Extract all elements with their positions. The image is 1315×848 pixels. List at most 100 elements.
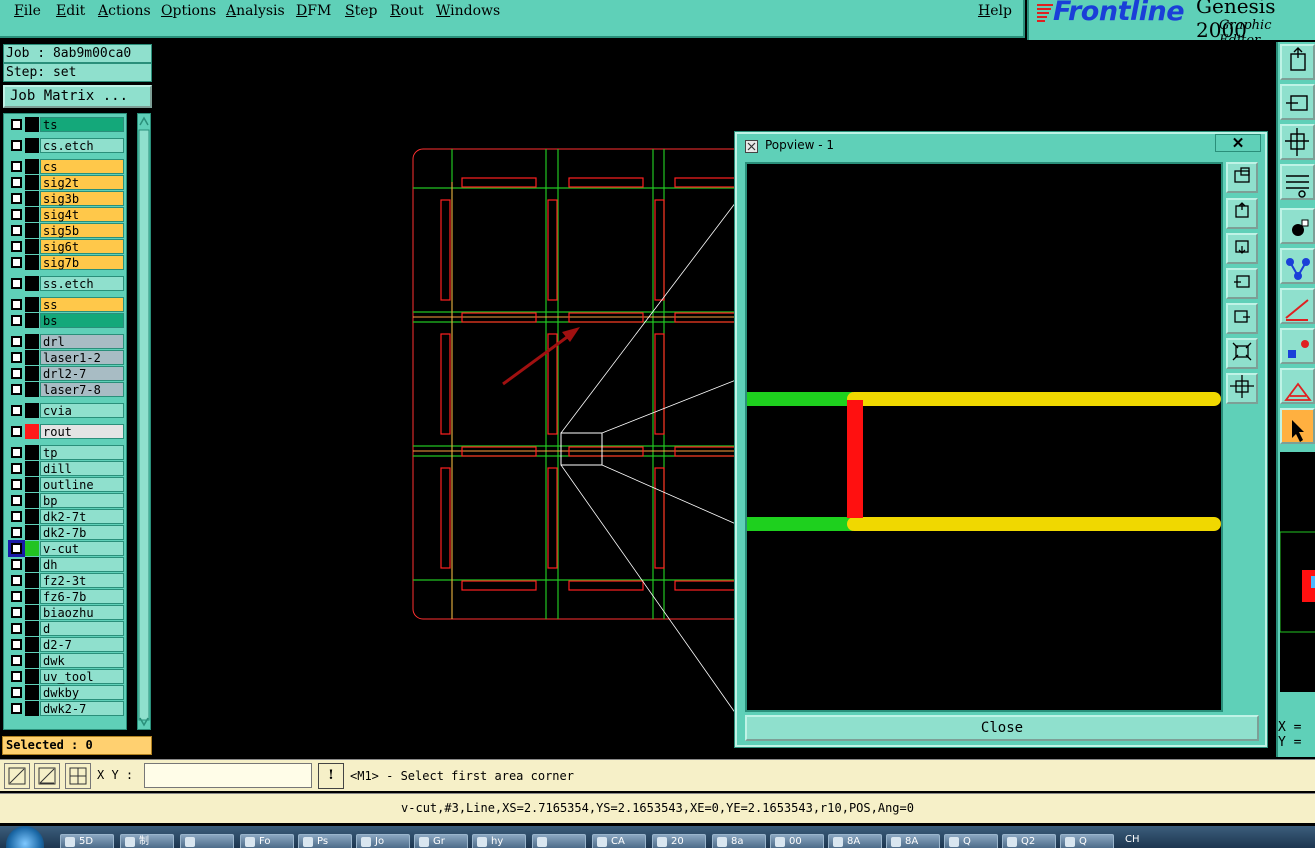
layer-checkbox[interactable] (11, 352, 22, 363)
layer-name[interactable]: dwk (40, 653, 124, 668)
alert-button[interactable]: ! (318, 763, 344, 789)
layer-color-swatch[interactable] (25, 382, 39, 397)
layer-color-swatch[interactable] (25, 223, 39, 238)
layer-row[interactable]: v-cut (6, 541, 124, 556)
layer-checkbox[interactable] (11, 426, 22, 437)
layer-color-swatch[interactable] (25, 541, 39, 556)
layer-name[interactable]: laser7-8 (40, 382, 124, 397)
taskbar-app-button[interactable]: 20 (652, 834, 706, 848)
layer-checkbox[interactable] (11, 511, 22, 522)
layer-checkbox[interactable] (11, 479, 22, 490)
layer-color-swatch[interactable] (25, 589, 39, 604)
taskbar-app-button[interactable]: 8A (886, 834, 940, 848)
layer-row[interactable]: laser7-8 (6, 382, 124, 397)
taskbar-app-button[interactable]: 8a (712, 834, 766, 848)
layer-row[interactable]: ss.etch (6, 276, 124, 291)
grid-tool-icon[interactable] (65, 763, 91, 789)
layer-color-swatch[interactable] (25, 175, 39, 190)
layer-row[interactable]: dill (6, 461, 124, 476)
job-matrix-button[interactable]: Job Matrix ... (3, 85, 152, 108)
layer-checkbox[interactable] (11, 225, 22, 236)
layer-name[interactable]: ts (40, 117, 124, 132)
start-button[interactable] (6, 826, 44, 848)
layer-color-swatch[interactable] (25, 461, 39, 476)
layer-name[interactable]: sig2t (40, 175, 124, 190)
layer-color-swatch[interactable] (25, 138, 39, 153)
layer-row[interactable]: fz6-7b (6, 589, 124, 604)
layer-checkbox[interactable] (11, 209, 22, 220)
layer-color-swatch[interactable] (25, 637, 39, 652)
taskbar-app-button[interactable]: hy (472, 834, 526, 848)
layer-color-swatch[interactable] (25, 350, 39, 365)
layer-scrollbar[interactable] (137, 113, 151, 730)
taskbar-app-button[interactable] (180, 834, 234, 848)
layer-name[interactable]: dill (40, 461, 124, 476)
layer-color-swatch[interactable] (25, 557, 39, 572)
layer-checkbox[interactable] (11, 257, 22, 268)
layer-row[interactable]: drl (6, 334, 124, 349)
taskbar-app-button[interactable]: Q2 (1002, 834, 1056, 848)
layer-color-swatch[interactable] (25, 573, 39, 588)
layer-color-swatch[interactable] (25, 191, 39, 206)
layer-checkbox[interactable] (11, 241, 22, 252)
layer-checkbox[interactable] (11, 140, 22, 151)
layer-row[interactable]: bp (6, 493, 124, 508)
layer-color-swatch[interactable] (25, 207, 39, 222)
layer-row[interactable]: dk2-7b (6, 525, 124, 540)
layer-name[interactable]: tp (40, 445, 124, 460)
layer-checkbox[interactable] (11, 559, 22, 570)
layer-row[interactable]: dwk2-7 (6, 701, 124, 716)
layer-color-swatch[interactable] (25, 117, 39, 132)
layer-color-swatch[interactable] (25, 653, 39, 668)
layer-color-swatch[interactable] (25, 445, 39, 460)
layer-name[interactable]: dh (40, 557, 124, 572)
layer-row[interactable]: biaozhu (6, 605, 124, 620)
layer-color-swatch[interactable] (25, 403, 39, 418)
layer-name[interactable]: v-cut (40, 541, 124, 556)
layer-row[interactable]: rout (6, 424, 124, 439)
layer-name[interactable]: drl (40, 334, 124, 349)
layer-checkbox[interactable] (11, 543, 22, 554)
taskbar-app-button[interactable]: Q (944, 834, 998, 848)
layer-name[interactable]: dk2-7t (40, 509, 124, 524)
taskbar-app-button[interactable]: 00 (770, 834, 824, 848)
layer-checkbox[interactable] (11, 384, 22, 395)
layer-row[interactable]: dk2-7t (6, 509, 124, 524)
layer-checkbox[interactable] (11, 655, 22, 666)
layer-checkbox[interactable] (11, 368, 22, 379)
layer-name[interactable]: ss.etch (40, 276, 124, 291)
layer-color-swatch[interactable] (25, 493, 39, 508)
layer-checkbox[interactable] (11, 623, 22, 634)
layer-color-swatch[interactable] (25, 621, 39, 636)
taskbar-app-button[interactable]: Q (1060, 834, 1114, 848)
layer-checkbox[interactable] (11, 495, 22, 506)
xy-input[interactable] (144, 763, 312, 788)
layer-color-swatch[interactable] (25, 701, 39, 716)
layer-row[interactable]: ss (6, 297, 124, 312)
layer-row[interactable]: laser1-2 (6, 350, 124, 365)
close-icon[interactable]: ✕ (1215, 134, 1261, 152)
layer-checkbox[interactable] (11, 463, 22, 474)
layer-color-swatch[interactable] (25, 239, 39, 254)
layer-row[interactable]: dwkby (6, 685, 124, 700)
layer-checkbox[interactable] (11, 278, 22, 289)
layer-row[interactable]: cs.etch (6, 138, 124, 153)
mini-map[interactable] (1279, 452, 1315, 692)
layer-checkbox[interactable] (11, 405, 22, 416)
system-tray[interactable]: CH (1125, 834, 1315, 848)
layer-row[interactable]: sig5b (6, 223, 124, 238)
menu-step[interactable]: Step (345, 3, 377, 19)
layer-checkbox[interactable] (11, 336, 22, 347)
layer-name[interactable]: laser1-2 (40, 350, 124, 365)
layer-checkbox[interactable] (11, 671, 22, 682)
layer-color-swatch[interactable] (25, 366, 39, 381)
layer-name[interactable]: d (40, 621, 124, 636)
layer-row[interactable]: fz2-3t (6, 573, 124, 588)
menu-options[interactable]: Options (161, 3, 216, 19)
layer-name[interactable]: cs (40, 159, 124, 174)
layer-color-swatch[interactable] (25, 685, 39, 700)
layer-name[interactable]: sig4t (40, 207, 124, 222)
layer-color-swatch[interactable] (25, 159, 39, 174)
layer-name[interactable]: sig3b (40, 191, 124, 206)
layer-name[interactable]: biaozhu (40, 605, 124, 620)
